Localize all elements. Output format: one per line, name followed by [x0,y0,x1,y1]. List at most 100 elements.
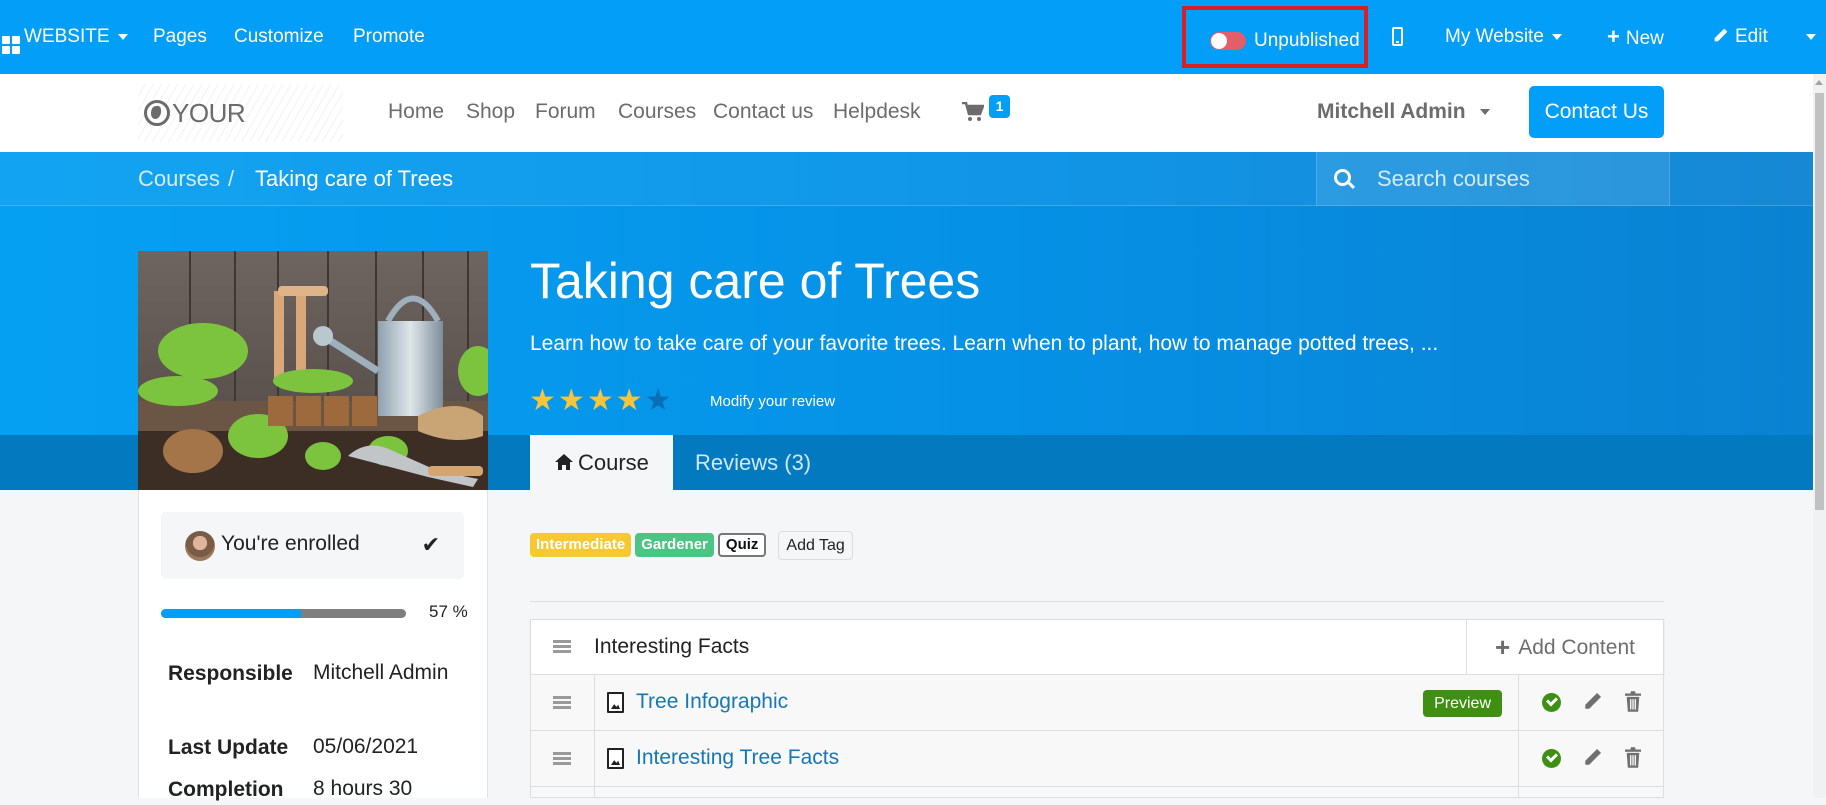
website-navbar: YOUR WEBSITE Home Shop Forum Courses Con… [0,74,1813,186]
publish-toggle[interactable] [1210,32,1246,50]
shopping-cart-icon[interactable] [962,102,984,122]
drag-handle-icon[interactable] [553,696,571,710]
nav-link-forum[interactable]: Forum [535,100,596,124]
nav-link-helpdesk[interactable]: Helpdesk [833,100,921,124]
content-actions [1518,787,1663,798]
mobile-phone-icon [1392,27,1403,47]
delete-trash-icon[interactable] [1625,747,1641,768]
new-button[interactable]: + New [1607,0,1664,74]
tab-reviews[interactable]: Reviews (3) [671,435,835,490]
edit-label: Edit [1735,26,1768,47]
content-row: Interesting Tree Facts [530,731,1664,787]
info-value-completion: 8 hours 30 [313,777,413,800]
search-icon[interactable] [1334,169,1351,186]
edit-pencil-icon[interactable] [1582,747,1603,768]
content-divider [530,601,1664,602]
caret-down-icon [117,33,128,40]
scrollbar-thumb[interactable] [1815,93,1824,510]
content-row [530,787,1664,798]
page-scrollbar[interactable] [1813,74,1826,798]
edit-pencil-icon[interactable] [1582,691,1603,712]
tag-gardener[interactable]: Gardener [635,533,714,557]
website-app-menu[interactable]: WEBSITE [2,0,128,74]
breadcrumb-separator: / [228,166,235,191]
tag-quiz[interactable]: Quiz [717,533,767,557]
published-check-icon[interactable] [1542,749,1561,768]
course-description: Learn how to take care of your favorite … [530,332,1439,355]
course-search [1316,152,1670,206]
star-empty-icon[interactable]: ★ [645,386,672,416]
website-selector-label: My Website [1445,26,1544,47]
scroll-up-arrow-icon[interactable] [1815,80,1823,85]
breadcrumb: Courses / Taking care of Trees [0,152,1813,206]
breadcrumb-courses[interactable]: Courses [138,166,220,192]
image-file-icon [607,692,624,713]
add-tag-button[interactable]: Add Tag [778,531,853,560]
website-selector[interactable]: My Website [1445,0,1562,74]
publish-state-label[interactable]: Unpublished [1254,4,1360,78]
progress-bar [161,609,406,618]
content-title[interactable]: Interesting Tree Facts [636,746,839,770]
add-content-label: Add Content [1518,636,1635,659]
caret-down-icon [1551,33,1562,40]
info-key-last-update: Last Update [168,736,289,759]
nav-link-contact-us[interactable]: Contact us [713,100,813,124]
star-filled-icon[interactable]: ★ [616,386,643,416]
checkmark-icon: ✔ [421,532,440,557]
cart-count-badge: 1 [989,95,1010,118]
garden-tools-image [138,251,488,490]
caret-down-icon [1479,109,1490,116]
home-icon [555,454,573,470]
section-header: Interesting Facts + Add Content [530,619,1664,675]
modify-review-link[interactable]: Modify your review [710,393,835,410]
star-filled-icon[interactable]: ★ [587,386,614,416]
globe-icon [144,100,170,126]
content-actions [1518,731,1663,786]
enrollment-status: You're enrolled ✔ [161,512,464,579]
tab-course-label: Course [578,450,649,475]
pencil-icon [1714,28,1728,42]
edit-button[interactable]: Edit [1712,0,1768,74]
info-value-last-update: 05/06/2021 [313,735,419,758]
content-title[interactable]: Tree Infographic [636,690,788,714]
nav-link-courses[interactable]: Courses [618,100,696,124]
caret-down-icon [1806,33,1816,40]
preview-badge[interactable]: Preview [1423,690,1502,717]
nav-link-home[interactable]: Home [388,100,444,124]
contact-us-button[interactable]: Contact Us [1529,86,1664,138]
breadcrumb-current: Taking care of Trees [255,166,454,191]
search-input[interactable] [1377,152,1657,206]
drag-handle-icon[interactable] [553,640,571,654]
mobile-preview-button[interactable] [1392,0,1403,74]
content-actions [1518,675,1663,730]
info-value-responsible: Mitchell Admin [313,661,449,684]
star-filled-icon[interactable]: ★ [529,386,556,416]
delete-trash-icon[interactable] [1625,691,1641,712]
admin-top-bar: WEBSITE Pages Customize Promote Unpublis… [0,0,1826,74]
plus-icon: + [1495,632,1511,662]
new-label: New [1625,28,1664,49]
drag-handle-cell [531,731,595,786]
toggle-knob [1211,33,1227,49]
drag-handle-cell [531,787,595,798]
course-title: Taking care of Trees [530,253,981,309]
tag-intermediate[interactable]: Intermediate [530,533,632,557]
menu-promote[interactable]: Promote [353,0,425,74]
add-content-button[interactable]: + Add Content [1466,620,1663,674]
menu-customize[interactable]: Customize [234,0,324,74]
drag-handle-cell [531,675,595,730]
tab-course[interactable]: Course [530,435,673,490]
drag-handle-icon[interactable] [553,752,571,766]
star-filled-icon[interactable]: ★ [558,386,585,416]
plus-icon: + [1607,24,1620,49]
edit-options-dropdown[interactable] [1806,0,1816,74]
published-check-icon[interactable] [1542,693,1561,712]
site-logo[interactable]: YOUR WEBSITE [138,84,343,186]
nav-link-shop[interactable]: Shop [466,100,515,124]
user-avatar [185,531,215,561]
progress-fill [161,609,301,618]
rating-stars[interactable]: ★★★★★ [529,386,674,416]
user-menu[interactable]: Mitchell Admin [1317,100,1490,124]
menu-pages[interactable]: Pages [153,0,207,74]
progress-label: 57 % [429,602,468,621]
